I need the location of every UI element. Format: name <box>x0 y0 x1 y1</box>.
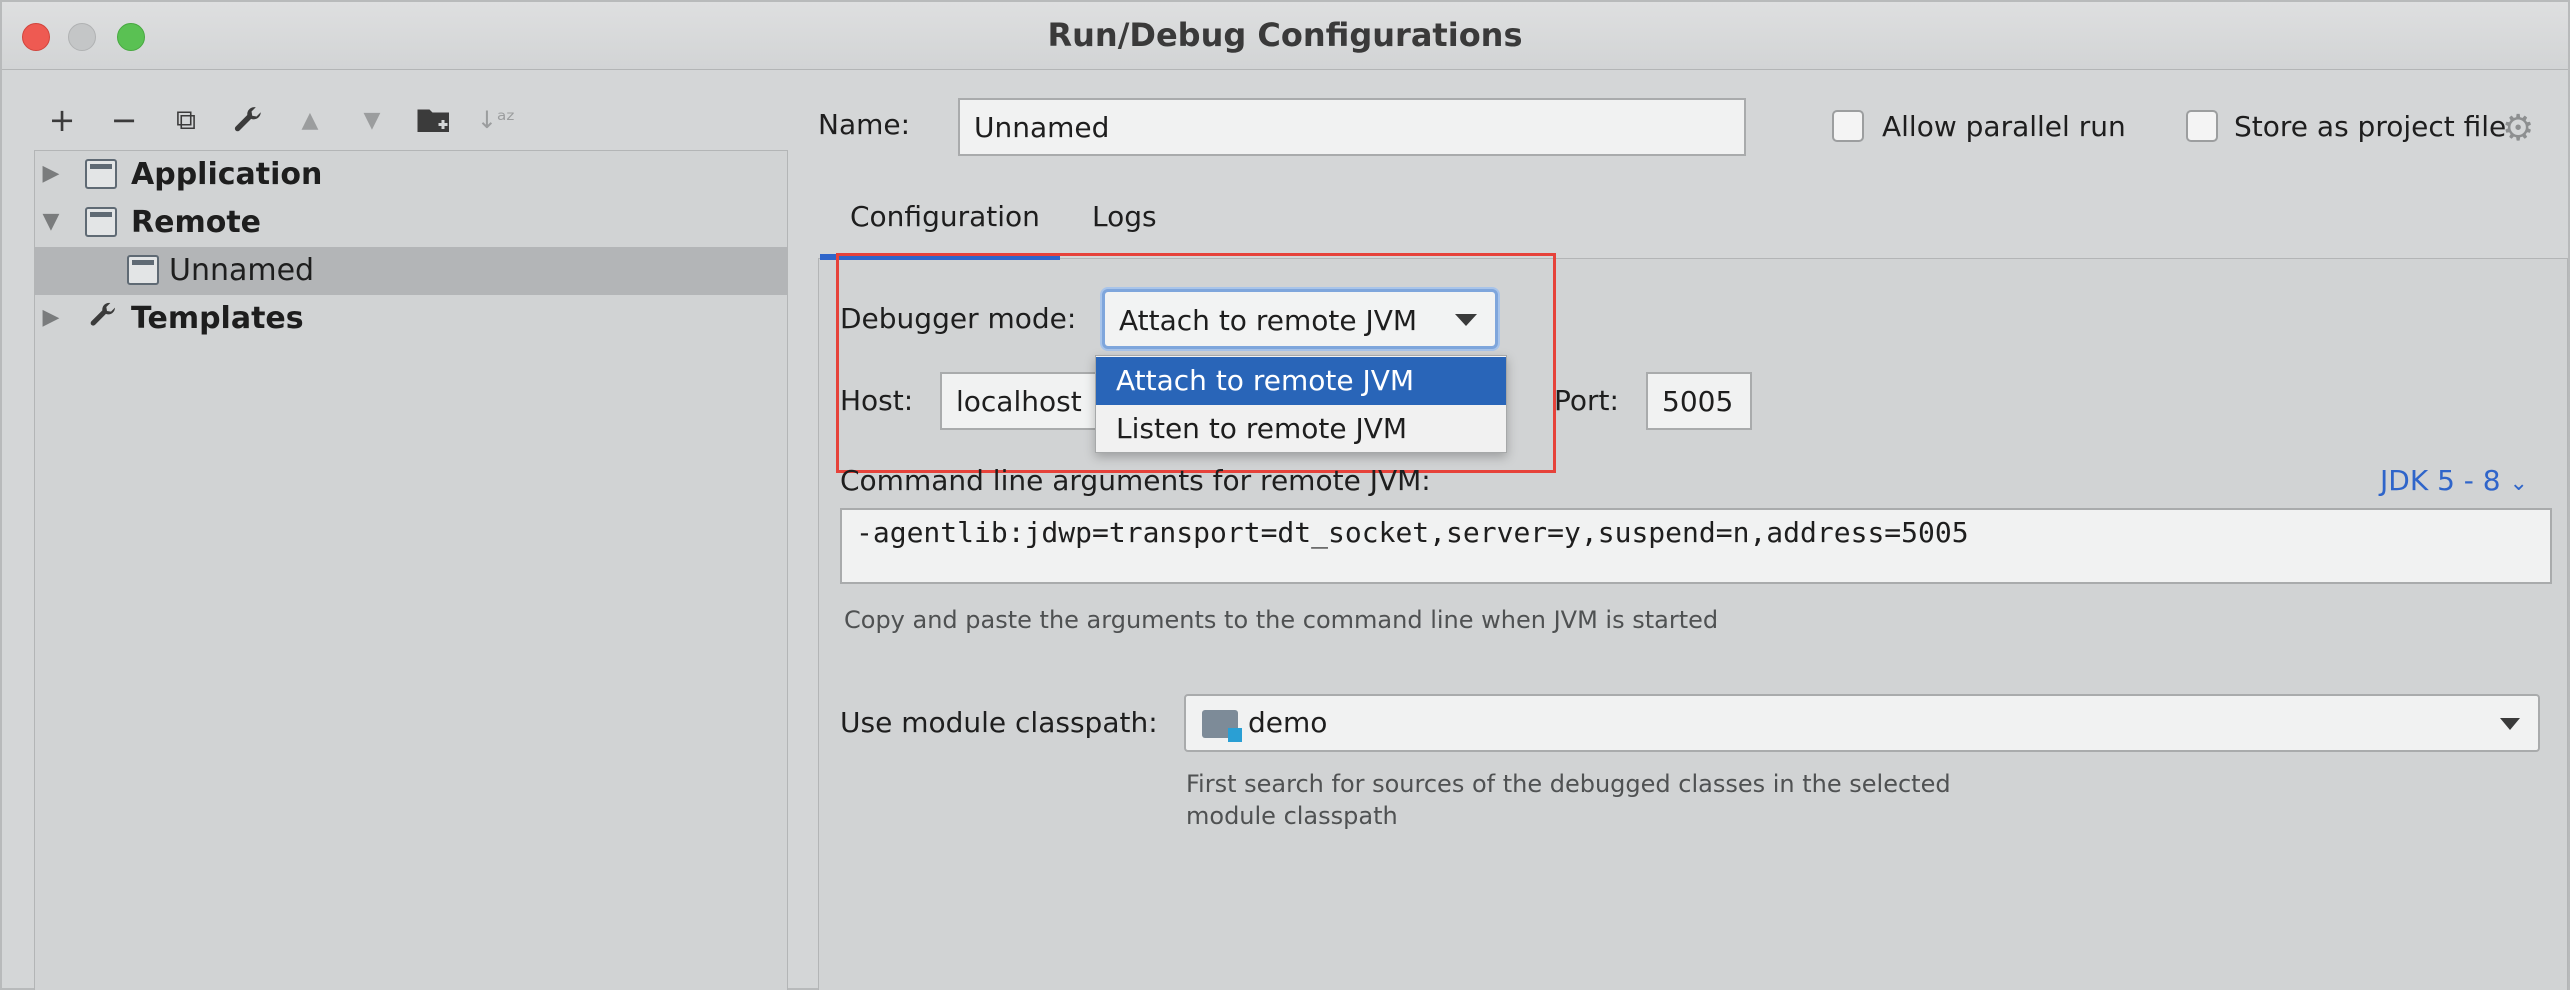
module-classpath-value: demo <box>1248 706 1328 739</box>
allow-parallel-checkbox[interactable] <box>1832 110 1864 142</box>
cmd-args-field[interactable]: -agentlib:jdwp=transport=dt_socket,serve… <box>840 508 2552 584</box>
jdk-version-link[interactable]: JDK 5 - 8 ⌄ <box>2380 464 2528 497</box>
port-label: Port: <box>1554 384 1619 417</box>
cmd-args-label: Command line arguments for remote JVM: <box>840 464 1431 497</box>
tree-item-label: Unnamed <box>169 253 315 288</box>
configuration-tree[interactable]: ▶ Application ▼ Remote Unnamed ▶ Templat… <box>34 150 788 990</box>
tab-configuration[interactable]: Configuration <box>850 200 1040 233</box>
gear-icon[interactable]: ⚙ <box>2502 108 2534 149</box>
jdk-version-text: JDK 5 - 8 <box>2380 464 2501 497</box>
expand-arrow-icon[interactable]: ▶ <box>39 161 63 186</box>
tree-item-unnamed[interactable]: Unnamed <box>35 247 787 295</box>
name-input[interactable]: Unnamed <box>958 98 1746 156</box>
tree-item-label: Application <box>131 157 323 192</box>
store-project-checkbox[interactable] <box>2186 110 2218 142</box>
new-folder-icon[interactable] <box>414 100 454 140</box>
tree-item-label: Remote <box>131 205 262 240</box>
highlight-annotation <box>836 253 1556 473</box>
expand-arrow-icon[interactable]: ▶ <box>39 305 63 330</box>
store-project-label: Store as project file <box>2234 110 2507 143</box>
collapse-arrow-icon[interactable]: ▼ <box>39 209 63 234</box>
window-title: Run/Debug Configurations <box>1047 16 1523 54</box>
name-label: Name: <box>818 108 911 141</box>
move-down-icon[interactable]: ▼ <box>352 100 392 140</box>
module-classpath-select[interactable]: demo <box>1184 694 2540 752</box>
run-debug-dialog: Run/Debug Configurations + − ⧉ ▲ ▼ ↓ᵃᶻ ▶… <box>0 0 2570 990</box>
allow-parallel-label: Allow parallel run <box>1882 110 2126 143</box>
tree-item-label: Templates <box>131 301 304 336</box>
port-input[interactable]: 5005 <box>1646 372 1752 430</box>
templates-wrench-icon <box>87 299 119 339</box>
module-hint-line-1: First search for sources of the debugged… <box>1186 770 1951 798</box>
copy-icon[interactable]: ⧉ <box>166 100 206 140</box>
remote-config-icon <box>127 255 159 285</box>
tree-item-application[interactable]: ▶ Application <box>35 151 787 199</box>
module-folder-icon <box>1202 710 1242 742</box>
tree-item-templates[interactable]: ▶ Templates <box>35 295 787 343</box>
title-bar: Run/Debug Configurations <box>2 2 2568 70</box>
module-hint-line-2: module classpath <box>1186 802 1398 830</box>
add-icon[interactable]: + <box>42 100 82 140</box>
tree-item-remote[interactable]: ▼ Remote <box>35 199 787 247</box>
chevron-down-icon <box>2500 718 2520 730</box>
application-icon <box>85 159 117 189</box>
move-up-icon[interactable]: ▲ <box>290 100 330 140</box>
tab-logs[interactable]: Logs <box>1092 200 1157 233</box>
remote-icon <box>85 207 117 237</box>
sort-icon[interactable]: ↓ᵃᶻ <box>476 100 516 140</box>
wrench-icon[interactable] <box>228 100 268 140</box>
cmd-args-hint: Copy and paste the arguments to the comm… <box>844 606 1719 634</box>
module-classpath-label: Use module classpath: <box>840 706 1158 739</box>
remove-icon[interactable]: − <box>104 100 144 140</box>
chevron-down-icon: ⌄ <box>2509 471 2528 496</box>
